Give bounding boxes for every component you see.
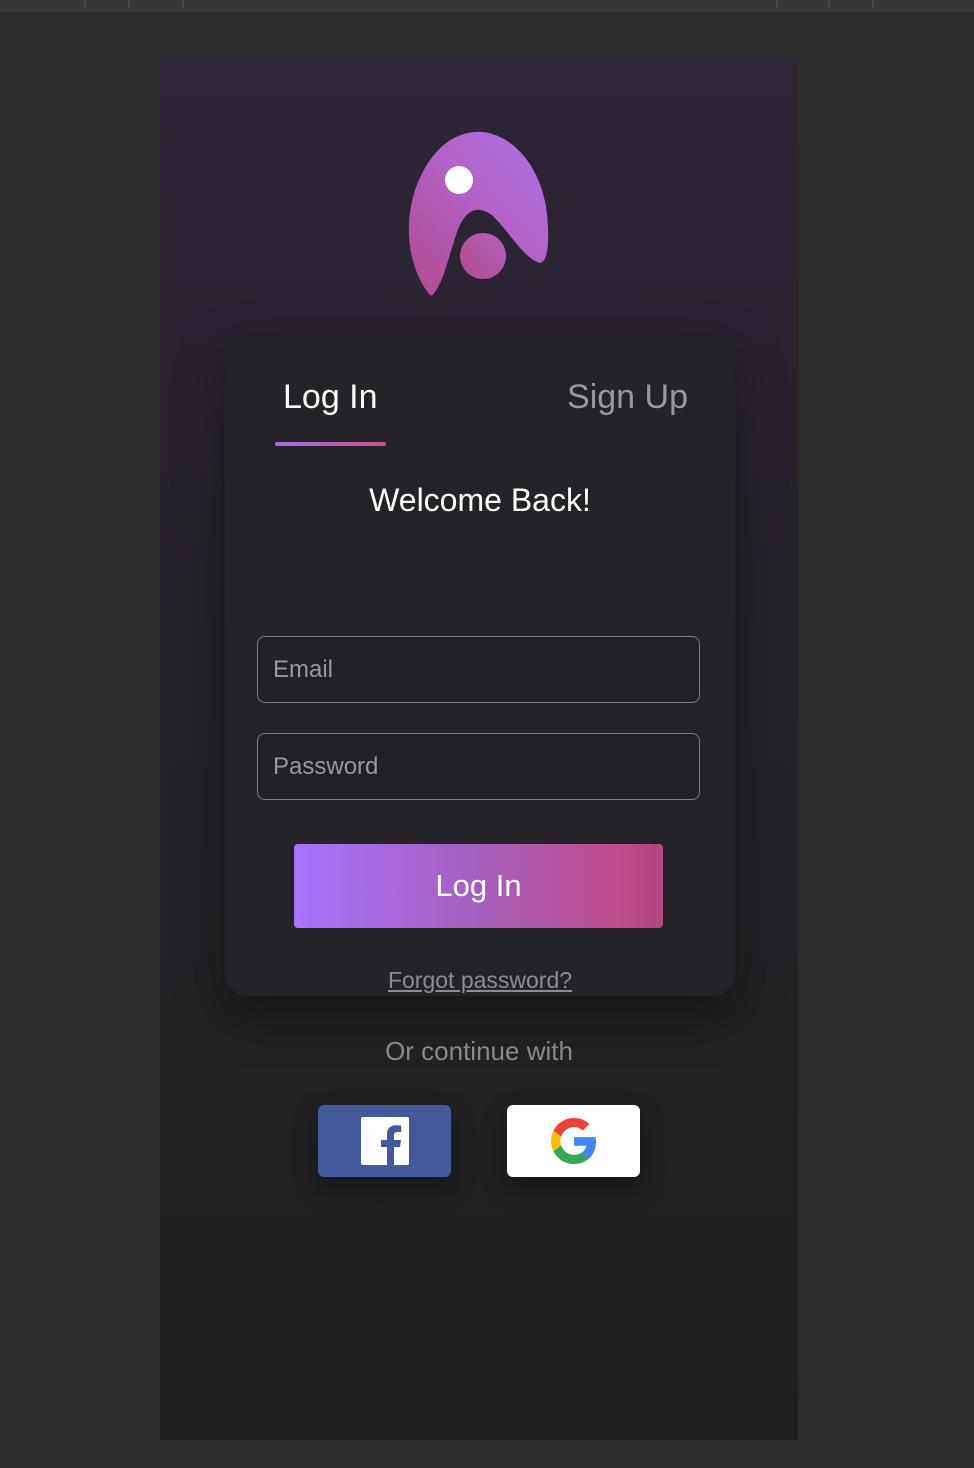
facebook-login-button[interactable] [318, 1105, 451, 1177]
toolbar-divider [872, 0, 874, 8]
facebook-icon [360, 1117, 409, 1165]
password-field[interactable] [257, 733, 700, 800]
toolbar-divider [776, 0, 778, 8]
form-heading: Welcome Back! [369, 482, 591, 518]
toolbar-divider [84, 0, 86, 8]
toolbar-divider [828, 0, 830, 8]
app-logo-icon [408, 131, 549, 296]
toolbar-divider [128, 0, 130, 8]
toolbar-divider [182, 0, 184, 8]
tab-signup[interactable]: Sign Up [567, 377, 688, 417]
google-login-button[interactable] [507, 1105, 640, 1177]
mobile-screen: Log In Sign Up Welcome Back! Log In Forg… [160, 58, 798, 1440]
auth-card: Log In Sign Up Welcome Back! Log In Forg… [225, 335, 735, 996]
google-icon [550, 1118, 596, 1164]
email-field[interactable] [257, 636, 700, 703]
window-top-strip [0, 0, 974, 12]
tab-login[interactable]: Log In [283, 377, 378, 417]
social-divider-text: Or continue with [385, 1036, 573, 1066]
forgot-password-link[interactable]: Forgot password? [225, 967, 735, 994]
active-tab-indicator [275, 442, 386, 446]
login-button[interactable]: Log In [294, 844, 663, 928]
